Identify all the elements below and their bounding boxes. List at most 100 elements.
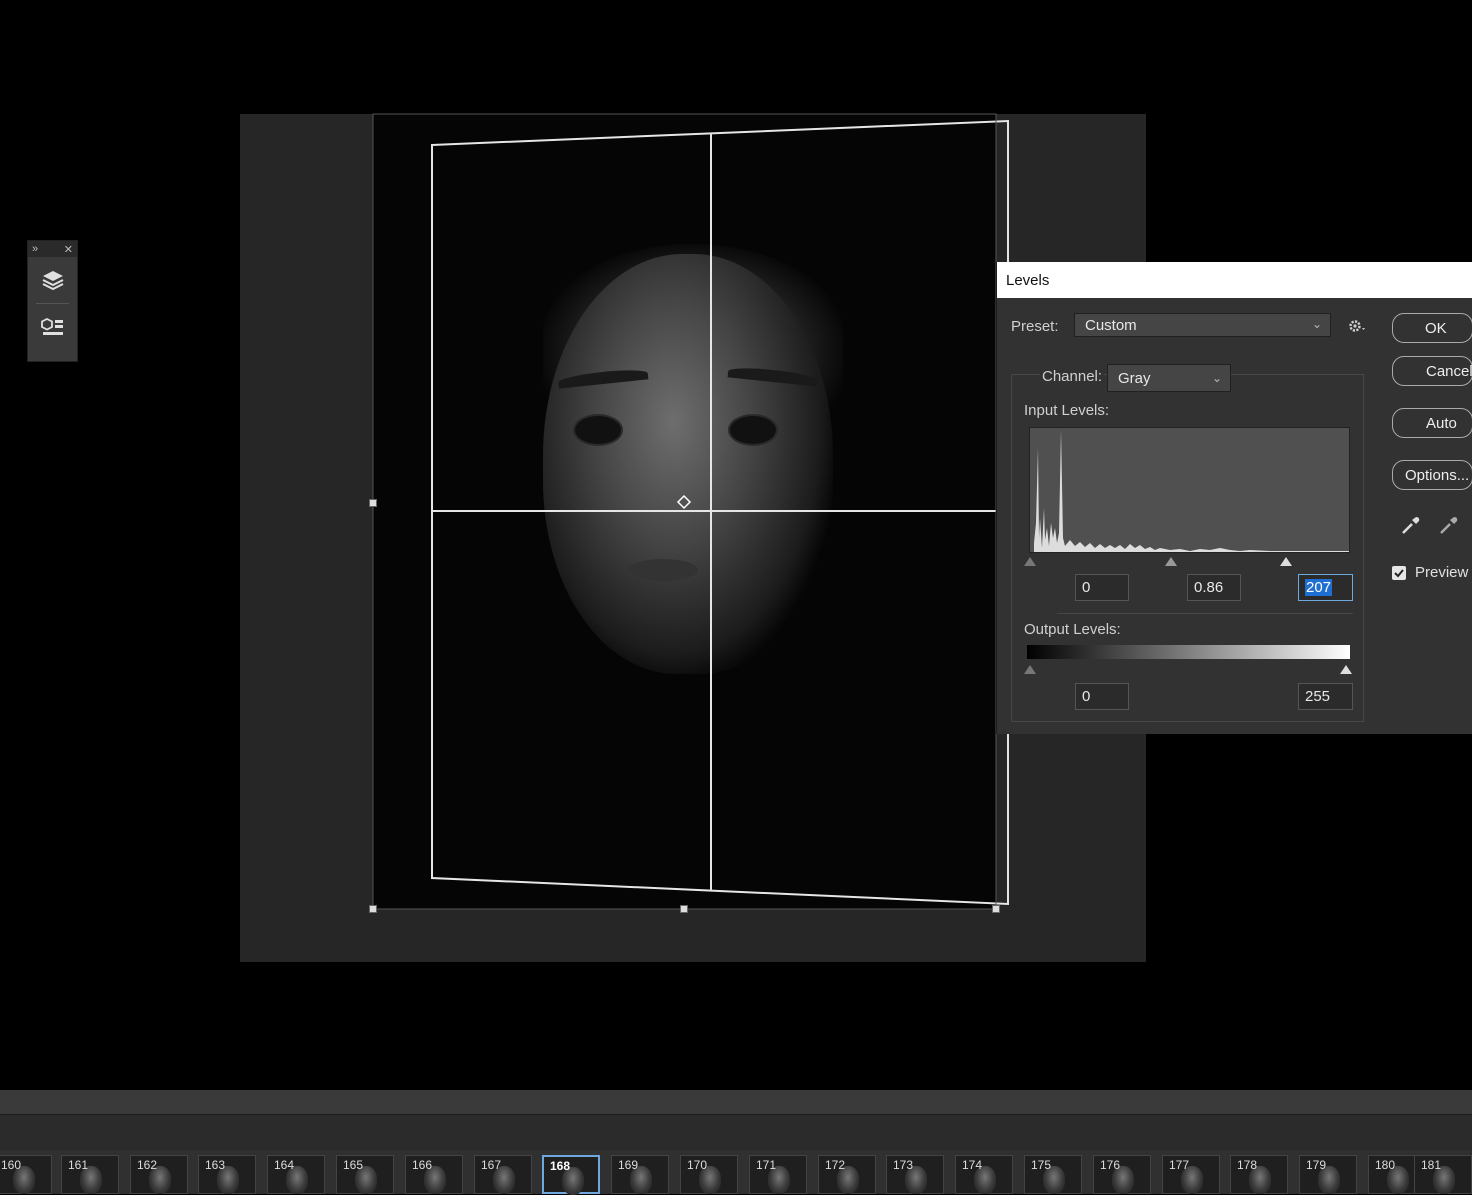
timeline-frame[interactable]: 174 (955, 1155, 1013, 1194)
channel-value: Gray (1118, 370, 1151, 387)
preset-value: Custom (1085, 317, 1137, 334)
timeline-frame[interactable]: 168 (542, 1155, 600, 1195)
frame-number: 161 (68, 1158, 89, 1172)
timeline-frame[interactable]: 177 (1162, 1155, 1220, 1194)
timeline-frame[interactable]: 167 (474, 1155, 532, 1194)
input-black-slider[interactable] (1024, 557, 1036, 566)
timeline-frame[interactable]: 176 (1093, 1155, 1151, 1194)
transform-handle-bottom-left[interactable] (369, 905, 377, 913)
timeline-frame[interactable]: 179 (1299, 1155, 1357, 1194)
timeline-frame[interactable]: 178 (1230, 1155, 1288, 1194)
frame-number: 181 (1421, 1158, 1442, 1172)
input-gamma-slider[interactable] (1165, 557, 1177, 566)
frame-number: 168 (550, 1159, 571, 1173)
timeline-frame[interactable]: 171 (749, 1155, 807, 1194)
frame-number: 163 (205, 1158, 226, 1172)
options-button[interactable]: Options... (1392, 460, 1472, 490)
timeline-frame[interactable]: 161 (61, 1155, 119, 1194)
image-right-eye (728, 414, 778, 446)
output-white-slider[interactable] (1340, 665, 1352, 674)
frame-number: 166 (412, 1158, 433, 1172)
document-image[interactable] (373, 114, 996, 909)
input-white-slider[interactable] (1280, 557, 1292, 566)
frame-number: 170 (687, 1158, 708, 1172)
timeline-frame[interactable]: 165 (336, 1155, 394, 1194)
frame-number: 177 (1169, 1158, 1190, 1172)
cancel-button[interactable]: Cancel (1392, 356, 1472, 386)
output-black-slider[interactable] (1024, 665, 1036, 674)
histogram-bins (1034, 430, 1349, 552)
frame-number: 178 (1237, 1158, 1258, 1172)
frame-number: 171 (756, 1158, 777, 1172)
frame-number: 173 (893, 1158, 914, 1172)
image-face (543, 254, 833, 674)
frame-number: 165 (343, 1158, 364, 1172)
expand-icon[interactable]: » (32, 243, 38, 255)
histogram (1029, 427, 1350, 553)
timeline-frame[interactable]: 169 (611, 1155, 669, 1194)
eyedropper-black-icon[interactable] (1400, 514, 1422, 536)
input-black-field[interactable]: 0 (1075, 574, 1129, 601)
dialog-title: Levels (1006, 272, 1050, 289)
timeline-track (0, 1114, 1472, 1151)
output-white-field[interactable]: 255 (1298, 683, 1353, 710)
transform-handle-left[interactable] (369, 499, 377, 507)
preset-options-gear-icon[interactable] (1347, 318, 1369, 334)
layers-panel-button[interactable] (28, 257, 77, 303)
properties-panel-button[interactable] (28, 304, 77, 350)
collapsed-panel-dock: » ✕ (27, 240, 78, 362)
ok-button[interactable]: OK (1392, 313, 1472, 343)
timeline-frame[interactable]: 166 (405, 1155, 463, 1194)
panel-dock-header: » ✕ (28, 241, 77, 257)
frame-number: 160 (1, 1158, 22, 1172)
timeline-frame[interactable]: 170 (680, 1155, 738, 1194)
channel-dropdown[interactable]: Gray ⌄ (1107, 364, 1231, 392)
frame-number: 174 (962, 1158, 983, 1172)
layers-icon (42, 271, 63, 291)
chevron-down-icon: ⌄ (1211, 371, 1222, 385)
dialog-title-bar[interactable]: Levels (997, 262, 1472, 298)
close-icon[interactable]: ✕ (64, 243, 73, 256)
timeline-frame[interactable]: 173 (886, 1155, 944, 1194)
input-levels-label: Input Levels: (1024, 402, 1110, 419)
frame-number: 180 (1375, 1158, 1396, 1172)
timeline-frame[interactable]: 162 (130, 1155, 188, 1194)
output-black-field[interactable]: 0 (1075, 683, 1129, 710)
timeline-frame[interactable]: 175 (1024, 1155, 1082, 1194)
preset-dropdown[interactable]: Custom ⌄ (1074, 313, 1331, 337)
histogram-graph (1034, 430, 1349, 552)
levels-dialog: Levels Preset: Custom ⌄ Channel: Gray ⌄ … (996, 262, 1472, 734)
timeline-frame[interactable]: 160 (0, 1155, 52, 1194)
image-left-eye (573, 414, 623, 446)
auto-button[interactable]: Auto (1392, 408, 1472, 438)
frame-number: 176 (1100, 1158, 1121, 1172)
input-white-field[interactable]: 207 (1298, 574, 1353, 601)
input-gamma-field[interactable]: 0.86 (1187, 574, 1241, 601)
transform-handle-bottom[interactable] (680, 905, 688, 913)
preview-checkbox[interactable] (1392, 566, 1406, 580)
output-gradient-bar (1027, 645, 1350, 659)
section-divider (1057, 613, 1353, 614)
frame-number: 162 (137, 1158, 158, 1172)
preview-label: Preview (1415, 564, 1469, 581)
timeline-frame[interactable]: 172 (818, 1155, 876, 1194)
timeline-frame[interactable]: 181 (1414, 1155, 1472, 1194)
properties-icon (40, 317, 63, 335)
output-levels-label: Output Levels: (1024, 621, 1121, 638)
preset-label: Preset: (1011, 318, 1059, 335)
timeline-toolbar (0, 1090, 1472, 1114)
timeline-frames: 160 161 162 163 164 165 166 167 168 169 170 171 172 1… (0, 1150, 1472, 1195)
frame-number: 179 (1306, 1158, 1327, 1172)
frame-number: 172 (825, 1158, 846, 1172)
channel-label: Channel: (1040, 368, 1105, 385)
frame-number: 164 (274, 1158, 295, 1172)
frame-number: 169 (618, 1158, 639, 1172)
checkmark-icon (1394, 569, 1404, 578)
transform-handle-bottom-right[interactable] (992, 905, 1000, 913)
timeline-frame[interactable]: 164 (267, 1155, 325, 1194)
frame-number: 167 (481, 1158, 502, 1172)
chevron-down-icon: ⌄ (1311, 317, 1322, 331)
timeline-frame[interactable]: 163 (198, 1155, 256, 1194)
eyedropper-gray-icon[interactable] (1438, 514, 1460, 536)
image-lips (628, 559, 698, 581)
